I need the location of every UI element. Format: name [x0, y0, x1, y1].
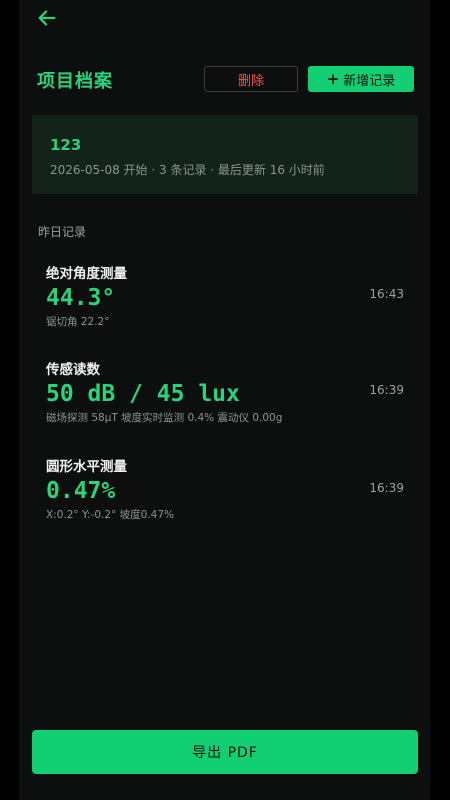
record-item[interactable]: 圆形水平测量 0.47% X:0.2° Y:-0.2° 坡度0.47% 16:3… [46, 455, 406, 522]
record-time: 16:39 [369, 383, 404, 397]
project-archive-screen: 项目档案 删除 + 新增记录 123 2026-05-08 开始 · 3 条记录… [19, 0, 430, 800]
record-item[interactable]: 绝对角度测量 44.3° 锯切角 22.2° 16:43 [46, 262, 406, 329]
project-card: 123 2026-05-08 开始 · 3 条记录 · 最后更新 16 小时前 [32, 115, 418, 194]
arrow-left-icon [38, 10, 56, 26]
record-detail: X:0.2° Y:-0.2° 坡度0.47% [46, 509, 175, 521]
record-title: 圆形水平测量 [46, 459, 127, 475]
record-time: 16:39 [369, 481, 404, 495]
section-label: 昨日记录 [38, 225, 87, 239]
record-time: 16:43 [369, 287, 404, 301]
plus-icon: + [326, 69, 340, 88]
add-record-label: 新增记录 [343, 73, 396, 89]
record-item[interactable]: 传感读数 50 dB / 45 lux 磁场探测 58μT 坡度实时监测 0.4… [46, 358, 406, 425]
record-detail: 锯切角 22.2° [46, 316, 110, 328]
record-title: 传感读数 [46, 362, 100, 378]
header: 项目档案 删除 + 新增记录 [37, 66, 414, 94]
project-name: 123 [50, 136, 82, 154]
add-record-button[interactable]: + 新增记录 [308, 66, 414, 92]
export-pdf-button[interactable]: 导出 PDF [32, 730, 418, 774]
delete-button[interactable]: 删除 [204, 66, 298, 92]
record-value: 0.47% [46, 478, 116, 504]
back-button[interactable] [33, 4, 61, 32]
phone-screen: 项目档案 删除 + 新增记录 123 2026-05-08 开始 · 3 条记录… [0, 0, 450, 800]
page-title: 项目档案 [37, 71, 113, 92]
record-detail: 磁场探测 58μT 坡度实时监测 0.4% 震动仪 0.00g [46, 412, 283, 424]
record-value: 50 dB / 45 lux [46, 381, 240, 407]
record-value: 44.3° [46, 285, 116, 311]
project-meta: 2026-05-08 开始 · 3 条记录 · 最后更新 16 小时前 [50, 163, 325, 177]
record-title: 绝对角度测量 [46, 266, 127, 282]
